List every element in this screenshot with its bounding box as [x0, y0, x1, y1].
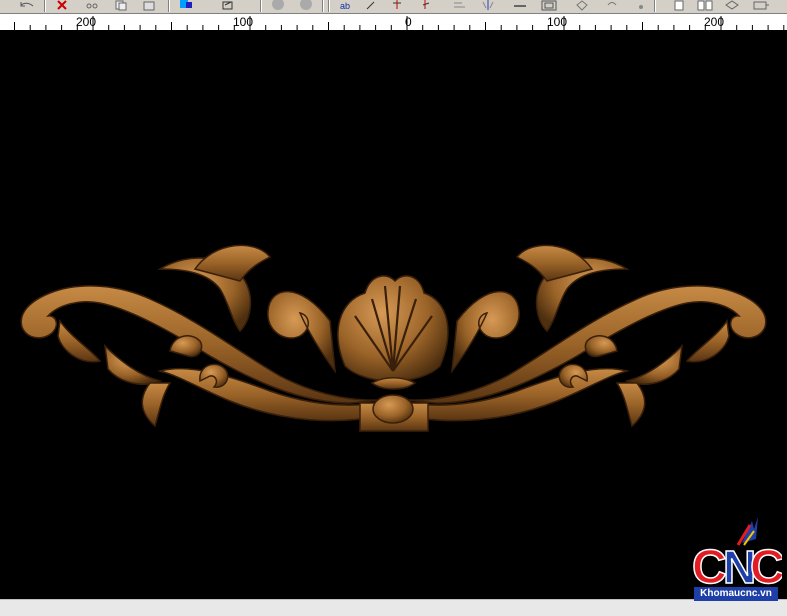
status-bar	[0, 599, 787, 616]
circle-icon-2[interactable]	[298, 0, 314, 11]
frame-icon[interactable]	[540, 0, 558, 11]
edit-icon[interactable]	[220, 0, 236, 11]
svg-text:ab: ab	[340, 1, 350, 11]
carved-ornament	[20, 244, 767, 432]
horizontal-ruler: 200 100 0 100 200	[0, 14, 787, 31]
ruler-label-left-100: 100	[233, 15, 254, 29]
pen-icon-2[interactable]	[418, 0, 432, 11]
layers-icon[interactable]	[696, 0, 714, 11]
ruler-label-left-200: 200	[76, 15, 97, 29]
cnc-logo: C N C Khomaucnc.vn	[691, 515, 785, 605]
ruler-label-right-200: 200	[704, 15, 725, 29]
snap-icon[interactable]	[634, 0, 648, 11]
vector-icon[interactable]	[390, 0, 404, 11]
align-icon[interactable]	[452, 0, 468, 11]
logo-website: Khomaucnc.vn	[700, 588, 772, 599]
move-icon[interactable]	[574, 0, 590, 11]
toolbar: ab	[0, 0, 787, 14]
cut-icon[interactable]	[56, 0, 68, 11]
circle-icon[interactable]	[270, 0, 286, 11]
ruler-ticks	[14, 16, 785, 30]
undo-icon[interactable]	[18, 0, 36, 11]
color-icon[interactable]	[178, 0, 194, 11]
rotate-icon[interactable]	[604, 0, 620, 11]
pen-icon[interactable]	[364, 0, 378, 11]
copy-icon[interactable]	[114, 0, 128, 11]
drawing-canvas[interactable]	[0, 31, 787, 599]
mirror-icon[interactable]	[480, 0, 496, 11]
ruler-label-right-100: 100	[547, 15, 568, 29]
paste-icon[interactable]	[142, 0, 158, 11]
node-icon[interactable]: ab	[338, 0, 354, 11]
scissors-icon[interactable]	[86, 0, 98, 11]
zoom-icon[interactable]	[752, 0, 770, 11]
minus-icon[interactable]	[512, 0, 528, 11]
view-icon[interactable]	[724, 0, 740, 11]
ruler-label-zero: 0	[405, 15, 412, 29]
page-icon[interactable]	[672, 0, 686, 11]
